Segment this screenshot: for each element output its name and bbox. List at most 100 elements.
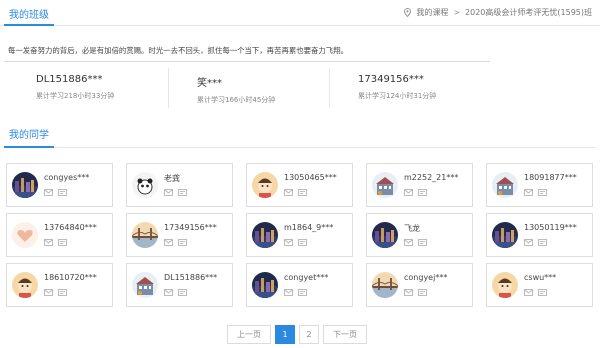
classmate-card[interactable]: DL151886*** bbox=[126, 263, 233, 307]
mail-icon[interactable] bbox=[44, 189, 53, 196]
mail-icon[interactable] bbox=[284, 189, 293, 196]
page-title: 我的班级 bbox=[9, 10, 49, 21]
page-1-button[interactable]: 1 bbox=[275, 325, 295, 344]
mail-icon[interactable] bbox=[44, 239, 53, 246]
classmate-card[interactable]: 飞龙 bbox=[366, 213, 473, 257]
classmate-card[interactable]: 18610720*** bbox=[6, 263, 113, 307]
classmate-name: cswu*** bbox=[524, 273, 557, 282]
message-icon[interactable] bbox=[178, 239, 187, 246]
mail-icon[interactable] bbox=[404, 239, 413, 246]
learner-time: 累计学习166小时45分钟 bbox=[197, 96, 276, 104]
message-icon[interactable] bbox=[58, 289, 67, 296]
classmate-name: 18091877*** bbox=[524, 173, 577, 182]
learner-stat: DL151886*** 累计学习218小时33分钟 bbox=[8, 68, 169, 108]
learner-name: 笑*** bbox=[197, 78, 222, 89]
avatar bbox=[252, 272, 278, 298]
top-learners: DL151886*** 累计学习218小时33分钟 笑*** 累计学习166小时… bbox=[8, 68, 490, 108]
prev-page-button[interactable]: 上一页 bbox=[227, 325, 271, 344]
contact-icons bbox=[524, 189, 547, 196]
classmate-card[interactable]: 13050119*** bbox=[486, 213, 593, 257]
classmate-card[interactable]: 17349156*** bbox=[126, 213, 233, 257]
mail-icon[interactable] bbox=[284, 239, 293, 246]
message-icon[interactable] bbox=[418, 289, 427, 296]
mail-icon[interactable] bbox=[404, 189, 413, 196]
message-icon[interactable] bbox=[418, 189, 427, 196]
contact-icons bbox=[164, 189, 187, 196]
message-icon[interactable] bbox=[298, 189, 307, 196]
classmate-card[interactable]: m1864_9*** bbox=[246, 213, 353, 257]
message-icon[interactable] bbox=[58, 239, 67, 246]
classmates-underline bbox=[4, 146, 54, 148]
message-icon[interactable] bbox=[538, 189, 547, 196]
classmate-card[interactable]: congyes*** bbox=[6, 163, 113, 207]
message-icon[interactable] bbox=[58, 189, 67, 196]
breadcrumb-separator: > bbox=[453, 8, 461, 17]
mail-icon[interactable] bbox=[164, 189, 173, 196]
classmate-name: 17349156*** bbox=[164, 223, 217, 232]
avatar bbox=[12, 172, 38, 198]
classmate-name: 18610720*** bbox=[44, 273, 97, 282]
classmate-name: DL151886*** bbox=[164, 273, 218, 282]
classmate-card[interactable]: 13764840*** bbox=[6, 213, 113, 257]
avatar bbox=[372, 272, 398, 298]
mail-icon[interactable] bbox=[524, 239, 533, 246]
classmate-card[interactable]: cswu*** bbox=[486, 263, 593, 307]
mail-icon[interactable] bbox=[284, 289, 293, 296]
contact-icons bbox=[524, 289, 547, 296]
avatar bbox=[132, 172, 158, 198]
classmate-card[interactable]: congyet*** bbox=[246, 263, 353, 307]
contact-icons bbox=[164, 289, 187, 296]
avatar bbox=[492, 172, 518, 198]
avatar bbox=[12, 272, 38, 298]
classmate-name: m2252_21*** bbox=[404, 173, 459, 182]
classmate-card[interactable]: 老龚 bbox=[126, 163, 233, 207]
learner-name: DL151886*** bbox=[36, 74, 103, 85]
classmate-name: 13050465*** bbox=[284, 173, 337, 182]
breadcrumb-home-link[interactable]: 我的课程 bbox=[416, 7, 448, 18]
avatar bbox=[132, 222, 158, 248]
avatar bbox=[252, 222, 278, 248]
contact-icons bbox=[284, 189, 307, 196]
classmate-name: m1864_9*** bbox=[284, 223, 334, 232]
classmates-grid: congyes*** 老龚 13050465*** m2252_21*** 180918… bbox=[6, 163, 595, 307]
classmate-card[interactable]: m2252_21*** bbox=[366, 163, 473, 207]
page-2-button[interactable]: 2 bbox=[299, 325, 319, 344]
breadcrumb-current: 2020高级会计师考评无忧(1595)班 bbox=[465, 8, 592, 17]
contact-icons bbox=[44, 289, 67, 296]
class-motto: 每一发奋努力的背后，必是有加倍的赏赐。时光一去不回头，抓住每一个当下，再苦再累也… bbox=[8, 46, 348, 55]
mail-icon[interactable] bbox=[524, 189, 533, 196]
location-pin-icon bbox=[404, 8, 412, 17]
mail-icon[interactable] bbox=[524, 289, 533, 296]
avatar bbox=[492, 272, 518, 298]
classmates-divider bbox=[4, 147, 596, 148]
mail-icon[interactable] bbox=[164, 239, 173, 246]
classmate-card[interactable]: congyej*** bbox=[366, 263, 473, 307]
contact-icons bbox=[44, 189, 67, 196]
message-icon[interactable] bbox=[178, 289, 187, 296]
next-page-button[interactable]: 下一页 bbox=[323, 325, 367, 344]
message-icon[interactable] bbox=[178, 189, 187, 196]
learner-stat: 17349156*** 累计学习124小时31分钟 bbox=[330, 68, 490, 108]
mail-icon[interactable] bbox=[404, 289, 413, 296]
mail-icon[interactable] bbox=[44, 289, 53, 296]
classmate-card[interactable]: 18091877*** bbox=[486, 163, 593, 207]
message-icon[interactable] bbox=[538, 239, 547, 246]
classmate-name: congyes*** bbox=[44, 173, 90, 182]
learner-time: 累计学习124小时31分钟 bbox=[358, 92, 437, 100]
classmate-name: 13050119*** bbox=[524, 223, 577, 232]
classmate-name: congyet*** bbox=[284, 273, 329, 282]
avatar bbox=[372, 222, 398, 248]
avatar bbox=[372, 172, 398, 198]
pagination: 上一页 1 2 下一页 bbox=[227, 325, 367, 344]
avatar bbox=[12, 222, 38, 248]
divider bbox=[4, 61, 490, 62]
message-icon[interactable] bbox=[298, 239, 307, 246]
classmate-card[interactable]: 13050465*** bbox=[246, 163, 353, 207]
classmate-name: 老龚 bbox=[164, 174, 180, 183]
message-icon[interactable] bbox=[418, 239, 427, 246]
message-icon[interactable] bbox=[538, 289, 547, 296]
contact-icons bbox=[404, 239, 427, 246]
learner-stat: 笑*** 累计学习166小时45分钟 bbox=[169, 68, 330, 108]
message-icon[interactable] bbox=[298, 289, 307, 296]
mail-icon[interactable] bbox=[164, 289, 173, 296]
